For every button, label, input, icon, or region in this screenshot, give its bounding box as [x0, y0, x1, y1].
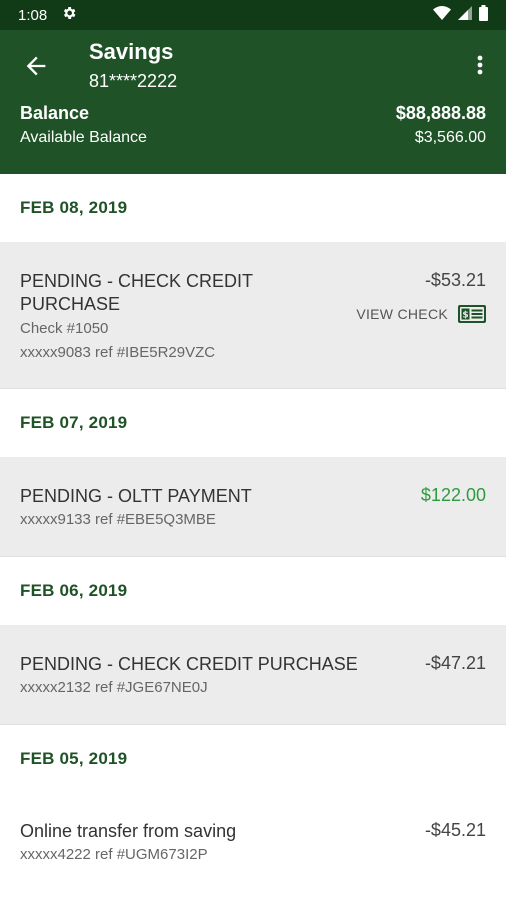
transaction-description: PENDING - CHECK CREDIT: [20, 271, 254, 291]
available-balance-value: $3,566.00: [414, 129, 486, 146]
page-title: Savings: [89, 39, 174, 64]
transaction-list: FEB 08, 2019 PENDING - CHECK CREDIT PURC…: [0, 174, 506, 893]
status-time: 1:08: [18, 6, 48, 24]
account-number: 81****2222: [89, 71, 178, 91]
transaction-reference: xxxxx4222 ref #UGM673I2P: [20, 846, 208, 863]
system-icons: [433, 5, 488, 25]
more-vert-icon[interactable]: [472, 52, 488, 80]
transaction-description: PENDING - OLTT PAYMENT: [20, 486, 252, 506]
transaction-row[interactable]: PENDING - CHECK CREDIT PURCHASE Check #1…: [0, 242, 506, 389]
check-icon: $: [458, 305, 486, 323]
transaction-description: Online transfer from saving: [20, 821, 237, 841]
view-check-label: VIEW CHECK: [356, 306, 448, 322]
transaction-amount: -$53.21: [424, 270, 486, 290]
svg-text:$: $: [462, 310, 468, 320]
battery-icon: [479, 5, 488, 25]
balance-value: $88,888.88: [395, 103, 486, 123]
available-balance-label: Available Balance: [20, 129, 147, 146]
date-header: FEB 06, 2019: [0, 557, 506, 625]
transaction-reference: xxxxx2132 ref #JGE67NE0J: [20, 679, 208, 696]
transaction-reference: xxxxx9133 ref #EBE5Q3MBE: [20, 511, 216, 528]
transaction-amount: -$45.21: [424, 820, 486, 840]
arrow-left-icon[interactable]: [22, 52, 50, 80]
gear-icon: [61, 5, 77, 25]
wifi-icon: [433, 6, 451, 24]
account-header: Savings 81****2222 Balance $88,888.88 Av…: [0, 30, 506, 174]
view-check-button[interactable]: VIEW CHECK $: [356, 305, 486, 323]
transaction-description: PENDING - CHECK CREDIT PURCHASE: [20, 654, 358, 674]
check-number: Check #1050: [20, 320, 109, 337]
date-header: FEB 07, 2019: [0, 389, 506, 457]
date-header: FEB 08, 2019: [0, 174, 506, 242]
balance-label: Balance: [20, 103, 90, 123]
transaction-amount: $122.00: [420, 485, 486, 505]
transaction-reference: xxxxx9083 ref #IBE5R29VZC: [20, 344, 216, 361]
transaction-amount: -$47.21: [424, 653, 486, 673]
transaction-row[interactable]: PENDING - OLTT PAYMENT xxxxx9133 ref #EB…: [0, 457, 506, 557]
transaction-row[interactable]: PENDING - CHECK CREDIT PURCHASE xxxxx213…: [0, 625, 506, 725]
status-bar: 1:08: [0, 0, 506, 30]
date-header: FEB 05, 2019: [0, 725, 506, 793]
transaction-row[interactable]: Online transfer from saving xxxxx4222 re…: [0, 793, 506, 893]
transaction-description-line2: PURCHASE: [20, 294, 121, 314]
cell-signal-icon: [458, 6, 472, 24]
